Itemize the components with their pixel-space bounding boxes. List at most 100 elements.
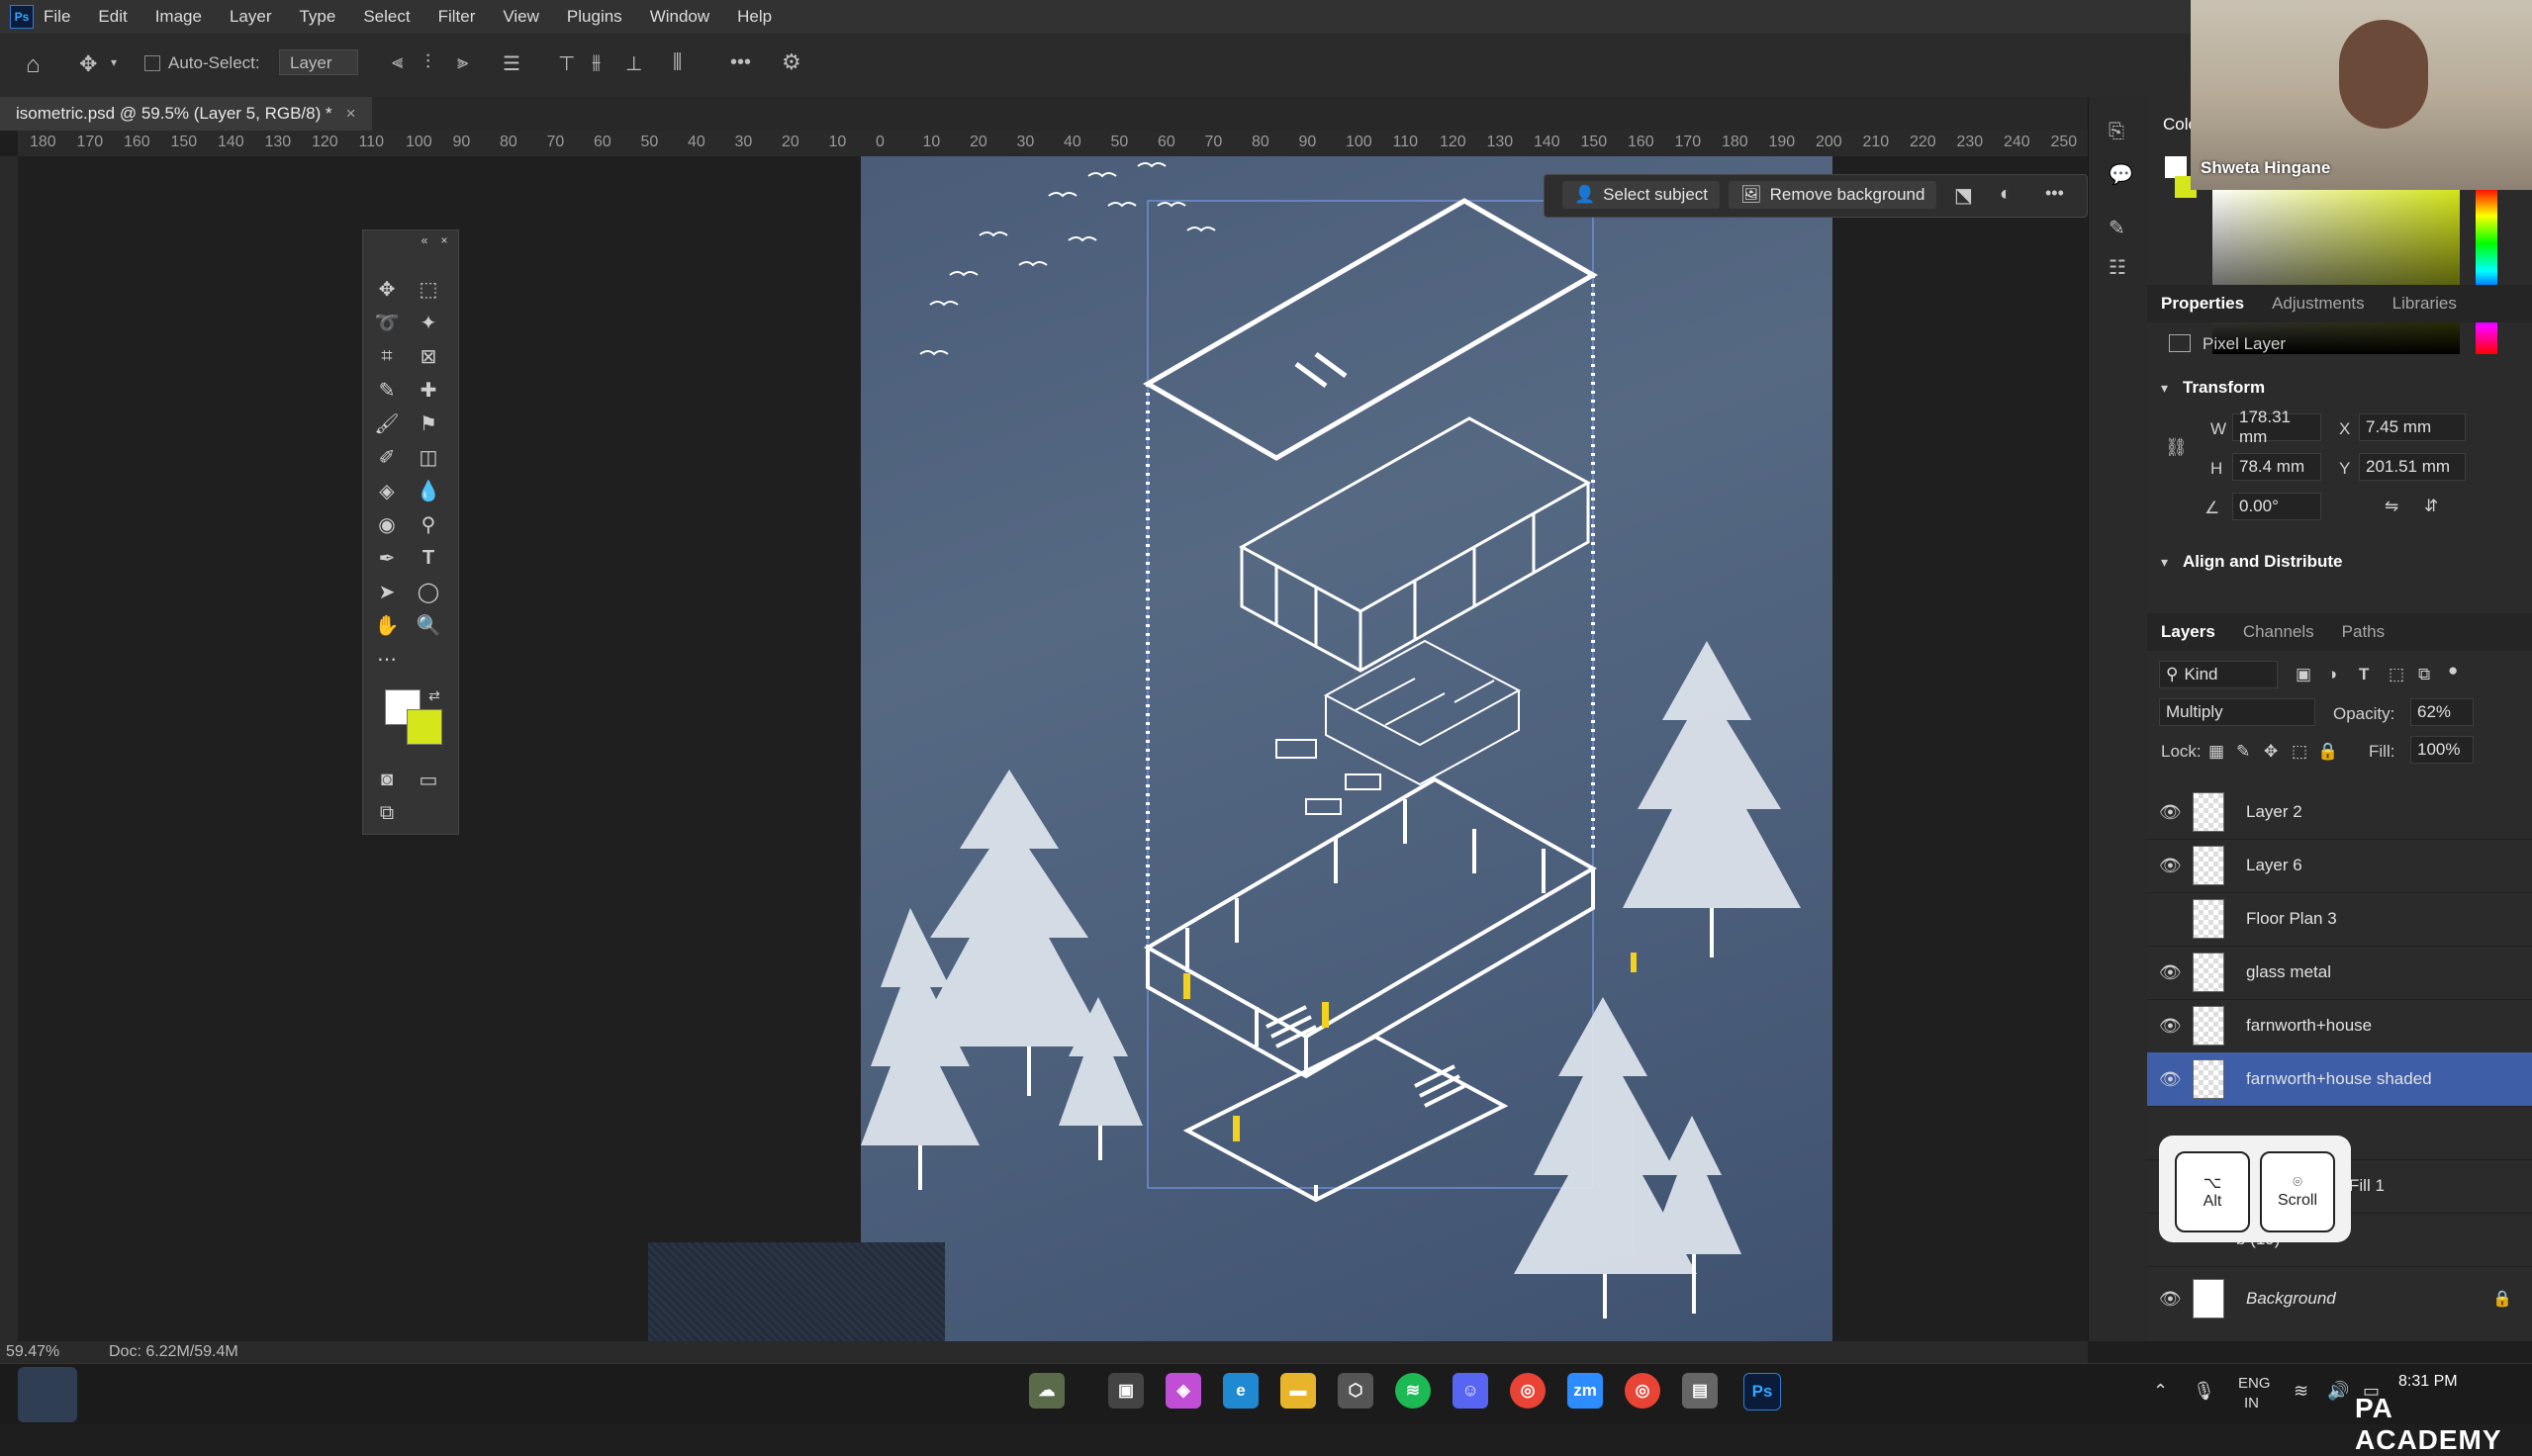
discord-icon[interactable]: ☺ — [1453, 1373, 1488, 1409]
flip-horizontal-icon[interactable]: ⇋ — [2385, 497, 2398, 516]
menu-plugins[interactable]: Plugins — [567, 7, 622, 27]
filter-toggle-icon[interactable]: ● — [2448, 661, 2458, 681]
copilot-icon[interactable]: ◈ — [1166, 1373, 1201, 1409]
color-picker-field[interactable] — [2212, 188, 2460, 354]
menu-view[interactable]: View — [503, 7, 539, 27]
screen-mode-icon[interactable]: ▭ — [413, 765, 444, 794]
crop-tool-icon[interactable]: ⌗ — [371, 341, 403, 371]
hand-tool-icon[interactable]: ✋ — [371, 610, 403, 640]
lock-artboard-icon[interactable]: ⬚ — [2292, 742, 2307, 762]
app-icon[interactable]: ⬡ — [1338, 1373, 1373, 1409]
auto-select-target-dropdown[interactable]: Layer — [279, 49, 358, 75]
filter-shape-icon[interactable]: ⬚ — [2389, 665, 2404, 684]
more-options-icon[interactable]: ••• — [730, 51, 751, 74]
microphone-icon[interactable]: 🎙 — [2193, 1381, 2215, 1402]
align-right-icon[interactable]: ⫸ — [457, 51, 468, 74]
menu-filter[interactable]: Filter — [438, 7, 476, 27]
type-tool-icon[interactable]: T — [413, 543, 444, 573]
menu-file[interactable]: File — [44, 7, 70, 27]
tab-layers[interactable]: Layers — [2161, 622, 2215, 642]
layer-row[interactable]: 👁 Layer 2 — [2147, 785, 2532, 840]
align-top-icon[interactable]: ⊤ — [558, 51, 575, 76]
blend-mode-dropdown[interactable]: Multiply — [2159, 698, 2315, 726]
chrome-icon[interactable]: ◎ — [1510, 1373, 1546, 1409]
tab-paths[interactable]: Paths — [2342, 622, 2385, 642]
eraser-icon[interactable]: ◫ — [413, 442, 444, 472]
tab-libraries[interactable]: Libraries — [2392, 294, 2457, 314]
history-icon[interactable]: ⎘ — [2109, 121, 2124, 143]
menu-select[interactable]: Select — [363, 7, 410, 27]
eye-icon[interactable]: 👁 — [2159, 1069, 2183, 1090]
zoom-tool-icon[interactable]: 🔍 — [413, 610, 444, 640]
brush-settings-icon[interactable]: ✎ — [2109, 216, 2125, 240]
close-icon[interactable]: × — [346, 104, 356, 124]
hue-slider[interactable] — [2476, 188, 2497, 354]
chevron-down-icon[interactable]: ▾ — [2161, 554, 2168, 571]
home-icon[interactable]: ⌂ — [26, 51, 41, 79]
document-tab[interactable]: isometric.psd @ 59.5% (Layer 5, RGB/8) *… — [0, 97, 372, 131]
folder-icon[interactable]: ▬ — [1280, 1373, 1316, 1409]
weather-icon[interactable]: ☁ — [1029, 1373, 1065, 1409]
path-select-icon[interactable]: ➤ — [371, 577, 403, 606]
lock-image-icon[interactable]: ✎ — [2236, 742, 2250, 762]
width-field[interactable]: 178.31 mm — [2232, 408, 2321, 446]
menu-edit[interactable]: Edit — [98, 7, 127, 27]
eye-icon[interactable]: 👁 — [2159, 1289, 2183, 1310]
frame-tool-icon[interactable]: ⊠ — [413, 341, 444, 371]
shape-tool-icon[interactable]: ◯ — [413, 577, 444, 606]
tab-adjustments[interactable]: Adjustments — [2272, 294, 2365, 314]
magic-wand-icon[interactable]: ✦ — [413, 308, 444, 337]
marquee-tool-icon[interactable]: ⬚ — [413, 274, 444, 304]
layer-row[interactable]: 👁 glass metal — [2147, 946, 2532, 1000]
filter-pixel-icon[interactable]: ▣ — [2296, 665, 2311, 684]
explorer-icon[interactable]: ▣ — [1108, 1373, 1144, 1409]
select-subject-button[interactable]: 👤 Select subject — [1562, 181, 1721, 209]
tab-channels[interactable]: Channels — [2243, 622, 2314, 642]
photoshop-taskbar-icon[interactable]: Ps — [1743, 1373, 1781, 1410]
distribute-icon[interactable]: ☰ — [503, 51, 520, 76]
height-field[interactable]: 78.4 mm — [2232, 453, 2321, 481]
zoom-icon[interactable]: zm — [1567, 1373, 1603, 1409]
filter-adjustment-icon[interactable]: ◑ — [2327, 665, 2337, 684]
swap-colors-icon[interactable]: ⇄ — [424, 685, 444, 705]
filter-smart-object-icon[interactable]: ⧉ — [2418, 665, 2430, 684]
align-left-icon[interactable]: ⫷ — [392, 51, 403, 74]
move-tool-icon[interactable]: ✥ — [371, 274, 403, 304]
auto-select-checkbox[interactable] — [144, 55, 160, 71]
volume-icon[interactable]: 🔊 — [2327, 1381, 2349, 1402]
layer-filter-kind-dropdown[interactable]: ⚲ Kind — [2159, 661, 2278, 688]
zoom-readout[interactable]: 59.47% — [6, 1343, 59, 1361]
chrome-profile-icon[interactable]: ◎ — [1625, 1373, 1660, 1409]
edge-icon[interactable]: e — [1223, 1373, 1259, 1409]
eye-icon[interactable]: 👁 — [2159, 856, 2183, 876]
align-center-icon[interactable]: ⫶ — [425, 51, 430, 74]
chevron-down-icon[interactable]: ▾ — [111, 55, 117, 69]
sponge-icon[interactable]: ⚲ — [413, 509, 444, 539]
menu-help[interactable]: Help — [737, 7, 772, 27]
background-color-swatch[interactable] — [407, 709, 442, 745]
transform-section-title[interactable]: Transform — [2183, 378, 2265, 398]
brush-tool-icon[interactable]: 🖌 — [371, 409, 403, 438]
menu-window[interactable]: Window — [650, 7, 709, 27]
transform-icon[interactable]: ⬔ — [1954, 183, 1973, 208]
eyedropper-icon[interactable]: ✎ — [371, 375, 403, 405]
gear-icon[interactable]: ⚙ — [782, 49, 801, 75]
chevron-down-icon[interactable]: ▾ — [2161, 380, 2168, 397]
layer-row[interactable]: 👁 farnworth+house — [2147, 999, 2532, 1053]
eye-hidden-icon[interactable]: 👁 — [2159, 909, 2183, 930]
lock-transparency-icon[interactable]: ▦ — [2208, 742, 2224, 762]
align-bottom-icon[interactable]: ⊥ — [625, 51, 642, 76]
layer-row[interactable]: 👁 Layer 6 — [2147, 839, 2532, 893]
eye-icon[interactable]: 👁 — [2159, 802, 2183, 823]
opacity-field[interactable]: 62% — [2410, 698, 2474, 726]
app-2-icon[interactable]: ▤ — [1682, 1373, 1718, 1409]
language-top[interactable]: ENG — [2238, 1375, 2271, 1392]
history-brush-icon[interactable]: ✐ — [371, 442, 403, 472]
quick-mask-icon[interactable]: ◙ — [371, 765, 403, 794]
menu-image[interactable]: Image — [155, 7, 202, 27]
align-distribute-section-title[interactable]: Align and Distribute — [2183, 552, 2343, 572]
healing-brush-icon[interactable]: ✚ — [413, 375, 444, 405]
foreground-color-swatch[interactable] — [2165, 156, 2187, 178]
flip-vertical-icon[interactable]: ⇵ — [2424, 497, 2438, 516]
distribute-vertical-icon[interactable]: ⫼ — [673, 51, 682, 74]
